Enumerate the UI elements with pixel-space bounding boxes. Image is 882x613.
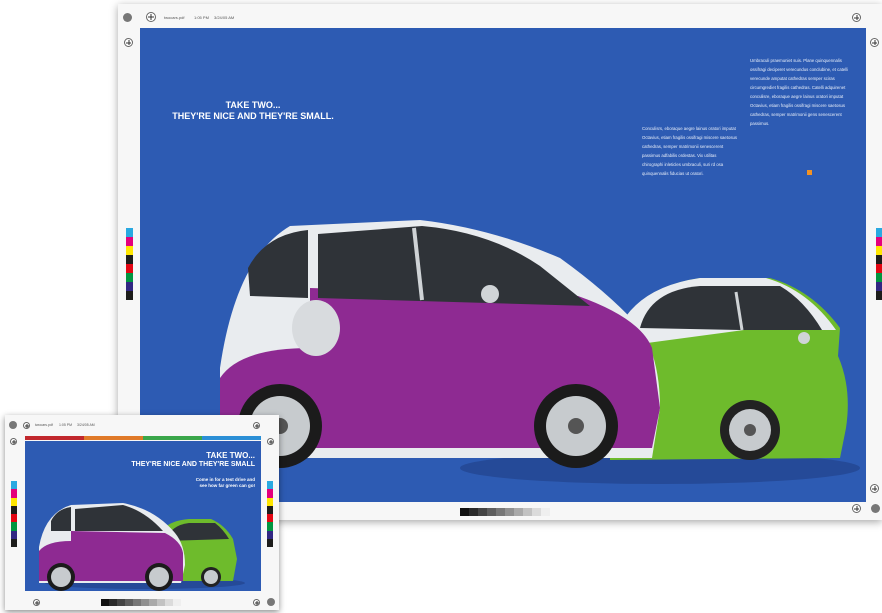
corner-dot	[871, 504, 880, 513]
thumb-ad-artwork: TAKE TWO... THEY'RE NICE AND THEY'RE SMA…	[25, 441, 261, 591]
color-bar-left	[11, 481, 17, 547]
thumbnail-proof-sheet: twocars.pdf 1:05 PM 3/24/05 AM TAKE TWO.…	[5, 415, 279, 610]
corner-dot	[267, 598, 275, 606]
registration-mark-icon	[124, 38, 133, 47]
gray-ramp	[460, 508, 550, 516]
registration-mark-icon	[852, 504, 861, 513]
slug-time: 1:05 PM	[194, 15, 209, 20]
registration-mark-icon	[253, 599, 260, 606]
registration-mark-icon	[33, 599, 40, 606]
registration-mark-icon	[870, 484, 879, 493]
registration-mark-icon	[870, 38, 879, 47]
slug-date: 3/24/05 AM	[77, 423, 95, 427]
registration-mark-icon	[10, 438, 17, 445]
slug-filename: twocars.pdf	[35, 423, 53, 427]
registration-mark-icon	[23, 422, 30, 429]
registration-mark-icon	[267, 438, 274, 445]
registration-mark-icon	[852, 13, 861, 22]
gray-ramp	[101, 599, 181, 606]
slug-date: 3/24/05 AM	[214, 15, 235, 20]
color-bar-right	[876, 228, 882, 300]
registration-mark-icon	[146, 12, 156, 22]
corner-dot	[9, 421, 17, 429]
corner-dot	[123, 13, 132, 22]
thumb-top-stripe	[25, 436, 261, 440]
slug-filename: twocars.pdf	[164, 15, 185, 20]
slug-time: 1:05 PM	[59, 423, 73, 427]
color-bar-right	[267, 481, 273, 547]
registration-mark-icon	[253, 422, 260, 429]
color-bar-left	[126, 228, 133, 300]
thumb-cars-illustration	[39, 503, 245, 591]
